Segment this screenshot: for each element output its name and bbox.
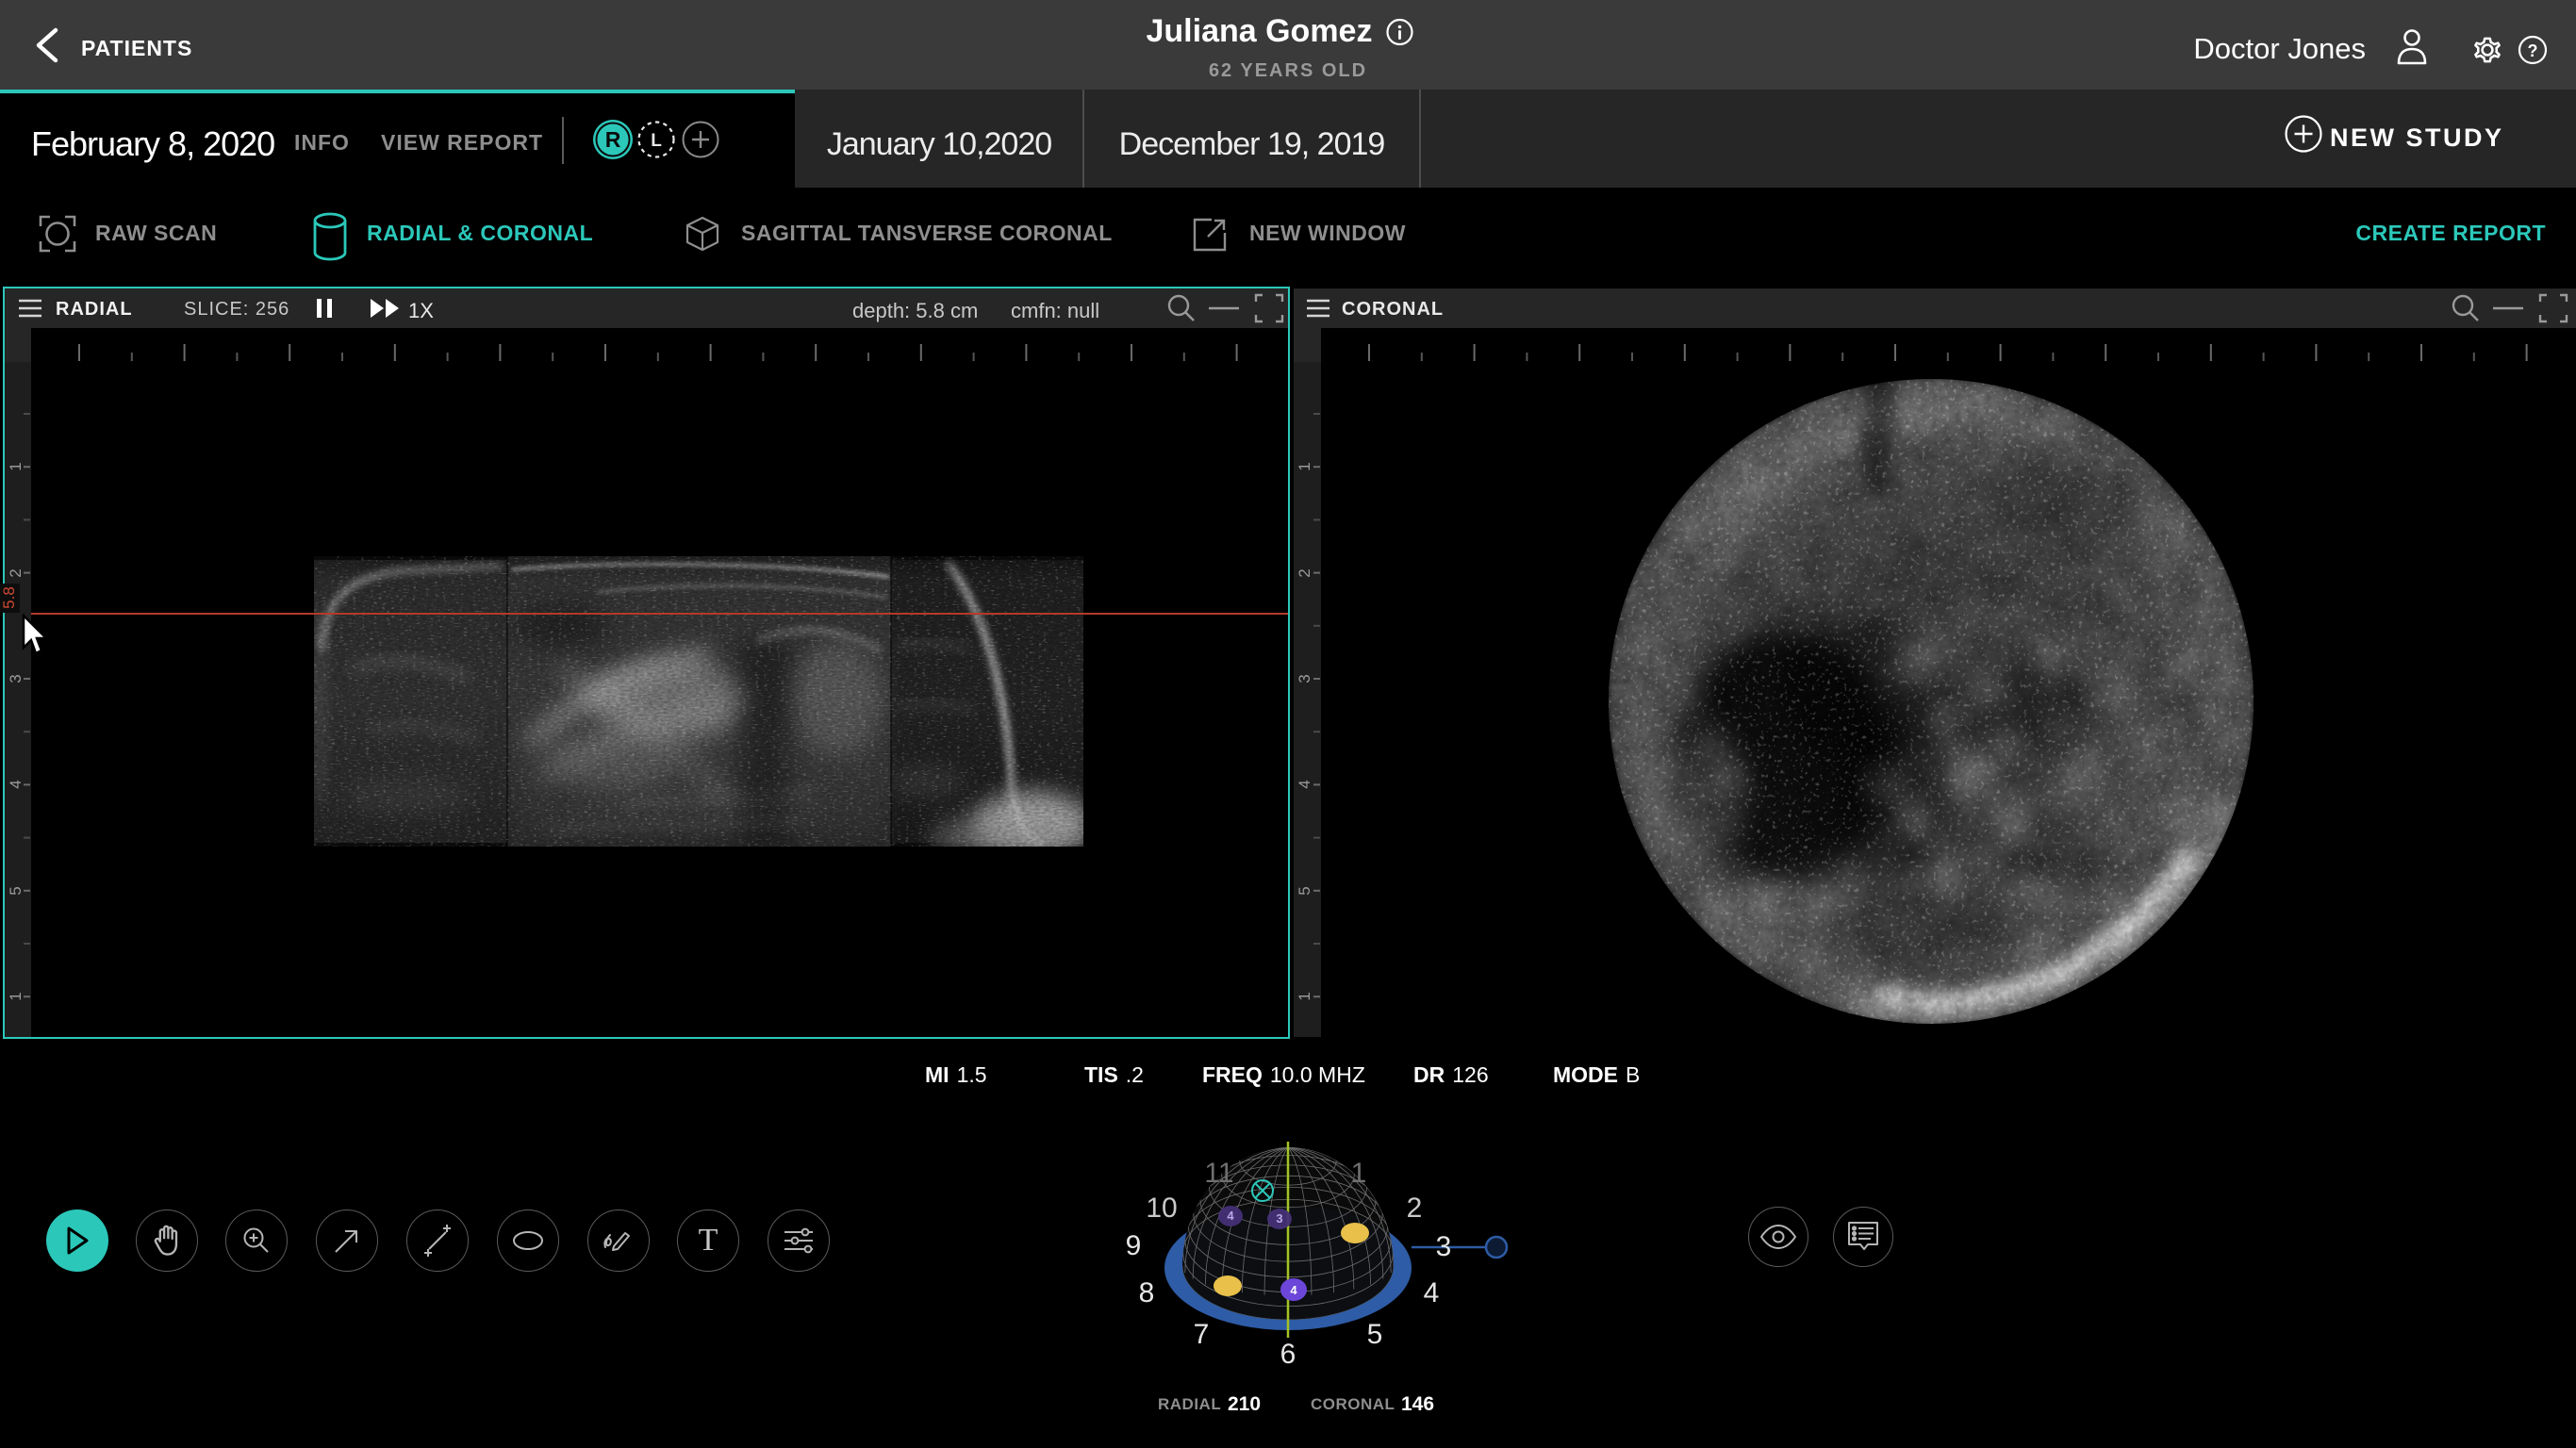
svg-text:L: L xyxy=(651,131,662,151)
svg-text:4: 4 xyxy=(1227,1209,1234,1223)
svg-text:4: 4 xyxy=(1290,1283,1297,1297)
svg-text:?: ? xyxy=(2528,41,2538,60)
svg-text:R: R xyxy=(605,127,621,152)
svg-text:3: 3 xyxy=(1276,1211,1282,1226)
